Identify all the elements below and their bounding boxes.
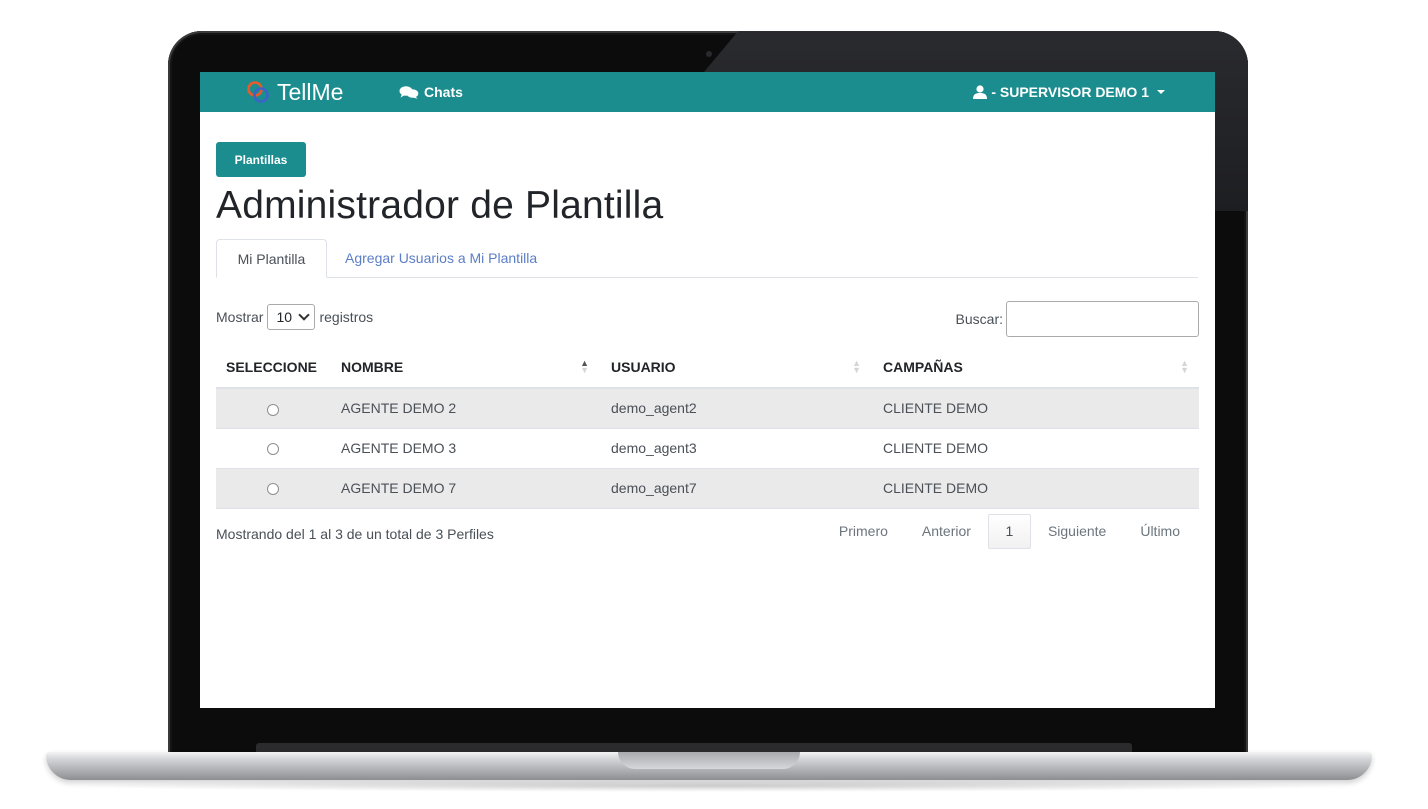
table-row[interactable]: AGENTE DEMO 2 demo_agent2 CLIENTE DEMO bbox=[216, 388, 1199, 429]
tab-mi-plantilla[interactable]: Mi Plantilla bbox=[216, 239, 327, 278]
table-info: Mostrando del 1 al 3 de un total de 3 Pe… bbox=[216, 526, 494, 542]
users-table: SELECCIONE NOMBRE ▲ ▼ USUARIO ▲ ▼ CAMPAÑAS… bbox=[216, 347, 1199, 509]
select-radio[interactable] bbox=[266, 483, 279, 496]
laptop-base-notch bbox=[618, 752, 800, 769]
search-label: Buscar: bbox=[955, 311, 1003, 327]
select-cell bbox=[216, 428, 330, 469]
column-header-nombre[interactable]: NOMBRE ▲ ▼ bbox=[329, 347, 600, 389]
page-length-select[interactable]: 10 bbox=[267, 304, 316, 330]
chevron-down-icon bbox=[298, 309, 311, 321]
brand-name: TellMe bbox=[277, 78, 344, 105]
nav-chats-label: Chats bbox=[424, 84, 463, 100]
user-name-label: - SUPERVISOR DEMO 1 bbox=[991, 84, 1149, 100]
usuario-cell: demo_agent7 bbox=[599, 468, 872, 509]
search-input[interactable] bbox=[1006, 301, 1199, 337]
select-radio[interactable] bbox=[266, 403, 279, 416]
user-icon bbox=[973, 85, 988, 99]
select-radio[interactable] bbox=[266, 443, 279, 456]
show-prefix-label: Mostrar bbox=[216, 309, 264, 325]
brand-link[interactable]: TellMe bbox=[246, 78, 343, 106]
campanas-cell: CLIENTE DEMO bbox=[871, 388, 1199, 429]
sort-arrows-icon: ▲ ▼ bbox=[580, 358, 590, 375]
nav-chats-link[interactable]: Chats bbox=[399, 84, 463, 100]
column-header-usuario[interactable]: USUARIO ▲ ▼ bbox=[599, 347, 872, 389]
campanas-cell: CLIENTE DEMO bbox=[871, 428, 1199, 469]
page-length-control: Mostrar 10 registros bbox=[216, 304, 373, 330]
sort-arrows-icon: ▲ ▼ bbox=[1180, 358, 1189, 375]
pagination-current-page[interactable]: 1 bbox=[987, 514, 1031, 549]
pagination-previous[interactable]: Anterior bbox=[905, 514, 988, 549]
column-header-campanas[interactable]: CAMPAÑAS ▲ ▼ bbox=[871, 347, 1199, 389]
column-header-label: NOMBRE bbox=[341, 359, 404, 375]
table-header-row: SELECCIONE NOMBRE ▲ ▼ USUARIO ▲ ▼ CAMPAÑAS… bbox=[216, 347, 1199, 389]
pagination-first[interactable]: Primero bbox=[822, 514, 905, 549]
pagination-last[interactable]: Último bbox=[1123, 514, 1197, 549]
search-control: Buscar: bbox=[956, 301, 1199, 337]
caret-down-icon bbox=[1157, 90, 1165, 94]
comments-icon bbox=[399, 86, 419, 99]
page-title: Administrador de Plantilla bbox=[216, 184, 664, 227]
nombre-cell: AGENTE DEMO 2 bbox=[329, 388, 600, 429]
nombre-cell: AGENTE DEMO 7 bbox=[329, 468, 600, 509]
top-navbar: TellMe Chats - SUPERVISOR DEMO 1 bbox=[200, 72, 1215, 112]
camera-icon bbox=[706, 51, 712, 57]
column-header-label: USUARIO bbox=[611, 359, 676, 375]
usuario-cell: demo_agent3 bbox=[599, 428, 872, 469]
page-length-value: 10 bbox=[276, 309, 293, 325]
table-row[interactable]: AGENTE DEMO 3 demo_agent3 CLIENTE DEMO bbox=[216, 428, 1199, 469]
tab-bar: Mi Plantilla Agregar Usuarios a Mi Plant… bbox=[216, 239, 1198, 278]
pagination-next[interactable]: Siguiente bbox=[1031, 514, 1123, 549]
plantillas-button[interactable]: Plantillas bbox=[216, 142, 306, 177]
tab-agregar-usuarios[interactable]: Agregar Usuarios a Mi Plantilla bbox=[345, 239, 537, 277]
usuario-cell: demo_agent2 bbox=[599, 388, 872, 429]
select-cell bbox=[216, 468, 330, 509]
app-screen: TellMe Chats - SUPERVISOR DEMO 1 Plantil… bbox=[200, 72, 1215, 708]
nombre-cell: AGENTE DEMO 3 bbox=[329, 428, 600, 469]
campanas-cell: CLIENTE DEMO bbox=[871, 468, 1199, 509]
user-menu-toggle[interactable]: - SUPERVISOR DEMO 1 bbox=[972, 84, 1165, 100]
tellme-logo-icon bbox=[247, 81, 269, 103]
sort-arrows-icon: ▲ ▼ bbox=[852, 358, 862, 375]
show-suffix-label: registros bbox=[319, 309, 374, 325]
pagination: Primero Anterior 1 Siguiente Último bbox=[822, 514, 1197, 549]
column-header-seleccione: SELECCIONE bbox=[216, 347, 330, 389]
laptop-shadow bbox=[60, 780, 1358, 792]
table-row[interactable]: AGENTE DEMO 7 demo_agent7 CLIENTE DEMO bbox=[216, 468, 1199, 509]
select-cell bbox=[216, 388, 330, 429]
column-header-label: CAMPAÑAS bbox=[883, 359, 963, 375]
